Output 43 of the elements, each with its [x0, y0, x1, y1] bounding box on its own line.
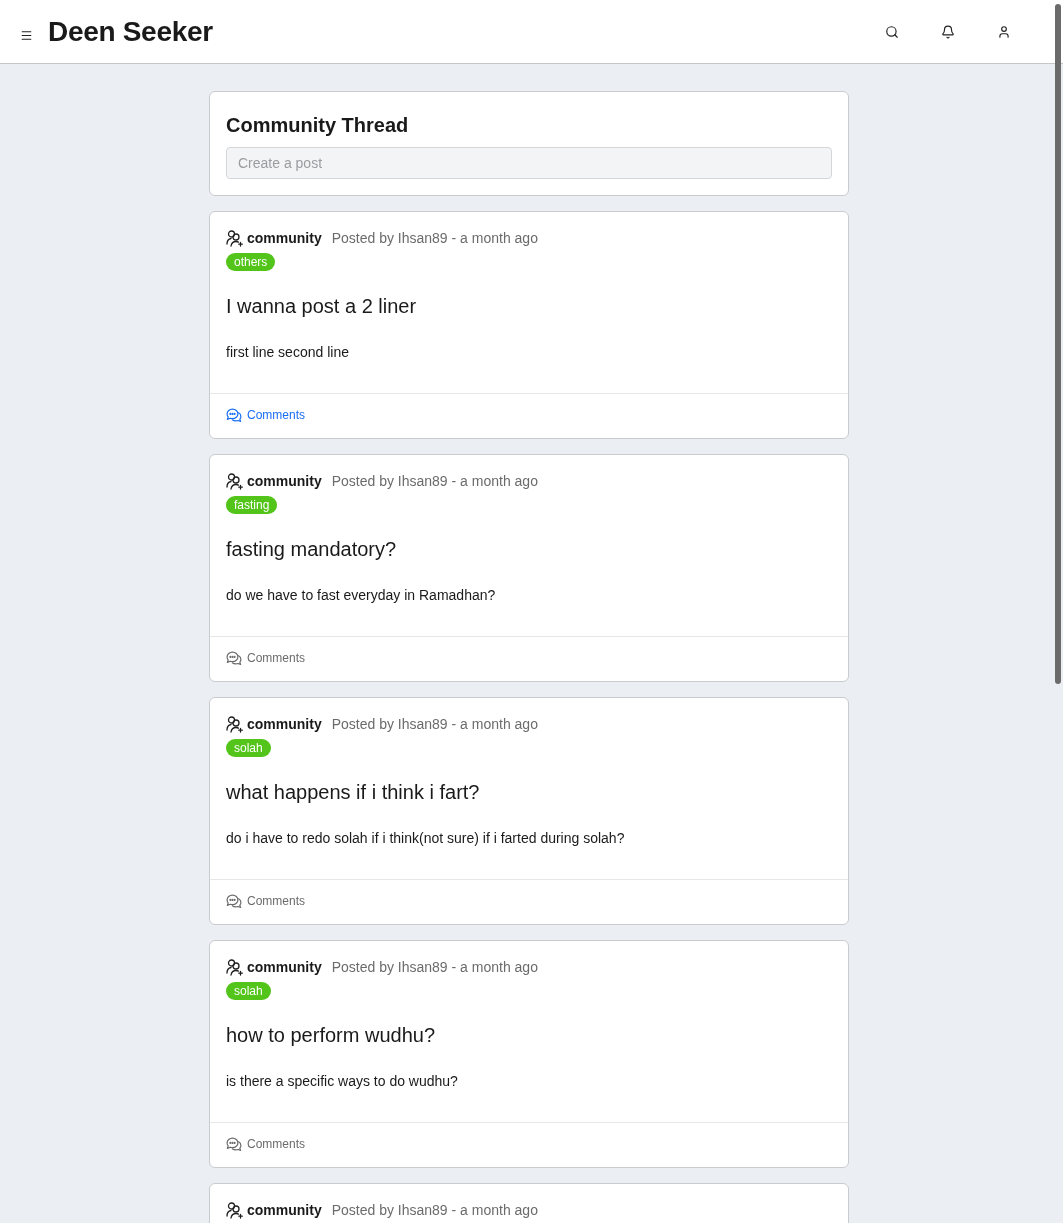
- user-icon[interactable]: [997, 24, 1011, 39]
- comments-link[interactable]: Comments: [226, 406, 305, 424]
- post-meta: Posted by Ihsan89 - a month ago: [331, 471, 538, 491]
- community-name: community: [247, 957, 322, 977]
- community-name: community: [247, 1200, 322, 1220]
- post-title: I wanna post a 2 liner: [226, 294, 418, 319]
- people-icon: [226, 958, 243, 976]
- chat-bubbles-icon: [226, 650, 242, 666]
- comments-link[interactable]: Comments: [226, 649, 305, 667]
- category-tag: fasting: [226, 496, 278, 514]
- category-tag: solah: [226, 739, 271, 757]
- post-title: how to perform wudhu?: [226, 1023, 436, 1048]
- post-body: is there a specific ways to do wudhu?: [226, 1072, 459, 1091]
- scrollbar-thumb[interactable]: [1055, 4, 1061, 684]
- post-title: fasting mandatory?: [226, 537, 398, 562]
- post-title: what happens if i think i fart?: [226, 780, 481, 805]
- community-name: community: [247, 228, 322, 248]
- create-post-field[interactable]: Create a post: [226, 147, 832, 179]
- post-meta: Posted by Ihsan89 - a month ago: [331, 1200, 538, 1220]
- comments-link[interactable]: Comments: [226, 892, 305, 910]
- menu-icon[interactable]: [20, 29, 33, 42]
- comments-link[interactable]: Comments: [226, 1135, 305, 1153]
- post-meta: Posted by Ihsan89 - a month ago: [331, 957, 538, 977]
- bell-icon[interactable]: [941, 24, 955, 39]
- category-tag: solah: [226, 982, 271, 1000]
- app-title: Deen Seeker: [48, 14, 213, 49]
- chat-bubbles-icon: [226, 407, 242, 423]
- people-icon: [226, 1201, 243, 1219]
- community-name: community: [247, 714, 322, 734]
- post-body: do i have to redo solah if i think(not sure) if i farted during solah?: [226, 829, 626, 848]
- category-tag: others: [226, 253, 276, 271]
- people-icon: [226, 229, 243, 247]
- thread-title: Community Thread: [226, 113, 410, 138]
- chat-bubbles-icon: [226, 1136, 242, 1152]
- post-meta: Posted by Ihsan89 - a month ago: [331, 714, 538, 734]
- post-meta: Posted by Ihsan89 - a month ago: [331, 228, 538, 248]
- post-body: first line second line: [226, 343, 350, 362]
- search-icon[interactable]: [885, 24, 899, 39]
- post-body: do we have to fast everyday in Ramadhan?: [226, 586, 497, 605]
- people-icon: [226, 715, 243, 733]
- chat-bubbles-icon: [226, 893, 242, 909]
- people-icon: [226, 472, 243, 490]
- community-name: community: [247, 471, 322, 491]
